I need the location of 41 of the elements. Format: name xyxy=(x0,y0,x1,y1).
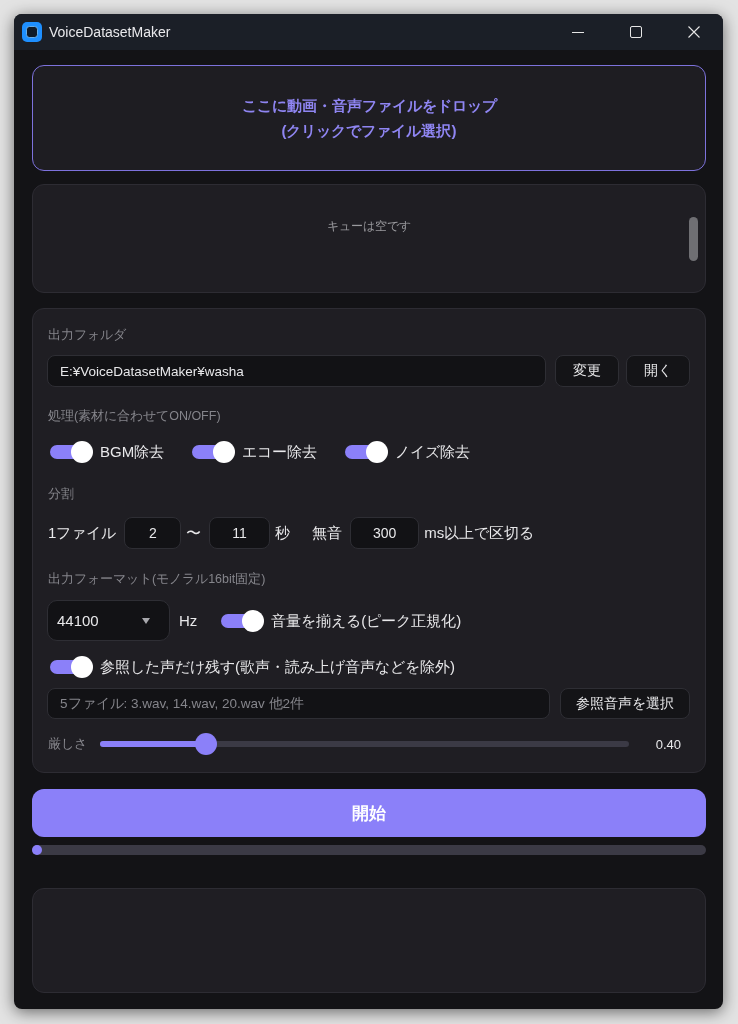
slider-label: 厳しさ xyxy=(47,736,87,752)
caret-icon xyxy=(142,617,150,624)
toggle-switch[interactable] xyxy=(50,441,93,463)
slider-value: 0.40 xyxy=(655,736,681,752)
open-folder-button[interactable]: 開く xyxy=(626,355,690,387)
select-reference-button[interactable]: 参照音声を選択 xyxy=(560,688,690,719)
close-icon xyxy=(688,26,700,38)
switch-label: BGM除去 xyxy=(100,442,165,462)
unit-label: Hz xyxy=(179,610,198,631)
toggle-switch[interactable] xyxy=(192,441,236,463)
window-title: VoiceDatasetMaker xyxy=(49,24,171,40)
slider-thumb[interactable] xyxy=(194,733,217,755)
folder-path-field[interactable]: E:¥VoiceDatasetMaker¥washa xyxy=(47,355,546,387)
number-field[interactable]: 300 xyxy=(349,517,420,549)
minimize-icon xyxy=(572,31,584,33)
app-icon xyxy=(22,22,42,42)
slider-track[interactable] xyxy=(100,741,629,747)
split-label: 〜 xyxy=(186,523,202,543)
switch-label: エコー除去 xyxy=(242,442,318,462)
change-folder-button[interactable]: 変更 xyxy=(555,355,619,387)
section-label: 処理(素材に合わせてON/OFF) xyxy=(47,408,222,424)
split-label: 秒 xyxy=(274,523,290,543)
switch-label: 音量を揃える(ピーク正規化) xyxy=(271,610,462,631)
section-label: 出力フォーマット(モノラル16bit固定) xyxy=(47,571,267,587)
number-field[interactable]: 2 xyxy=(124,517,182,549)
drop-zone[interactable]: ここに動画・音声ファイルをドロップ (クリックでファイル選択) xyxy=(32,65,706,171)
split-label: 1ファイル xyxy=(48,523,117,543)
split-label: 無音 xyxy=(311,523,342,543)
split-label: ms以上で区切る xyxy=(424,523,535,543)
toggle-switch[interactable] xyxy=(345,441,389,463)
toggle-switch[interactable] xyxy=(50,656,93,678)
switch-label: 参照した声だけ残す(歌声・読み上げ音声などを除外) xyxy=(100,657,455,677)
toggle-switch[interactable] xyxy=(221,609,265,632)
sample-rate-dropdown[interactable]: 44100 xyxy=(47,600,170,641)
switch-label: ノイズ除去 xyxy=(395,442,471,462)
number-field[interactable]: 11 xyxy=(209,517,270,549)
section-label: 分割 xyxy=(47,486,75,502)
section-label: 出力フォルダ xyxy=(47,327,127,343)
maximize-icon xyxy=(630,26,642,38)
scrollbar-thumb[interactable] xyxy=(689,217,698,261)
empty-queue-message: キューは空です xyxy=(327,218,411,234)
